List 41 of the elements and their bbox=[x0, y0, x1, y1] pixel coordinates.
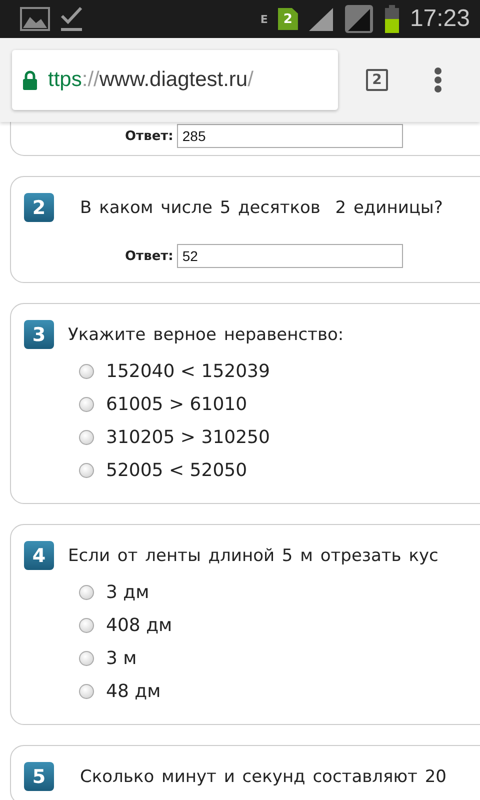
question-text: В каком числе 5 десятков 2 единицы? bbox=[80, 198, 443, 218]
lock-icon bbox=[22, 70, 38, 90]
radio-button[interactable] bbox=[79, 364, 94, 379]
menu-icon[interactable] bbox=[434, 67, 442, 93]
option-label: 310205 > 310250 bbox=[106, 427, 270, 448]
tab-count-button[interactable]: 2 bbox=[366, 69, 388, 91]
url-text: ttps://www.diagtest.ru/ bbox=[48, 68, 254, 92]
option-label: 152040 < 152039 bbox=[106, 361, 270, 382]
question-text: Если от ленты длиной 5 м отрезать кус bbox=[68, 546, 438, 566]
option-label: 3 м bbox=[106, 648, 137, 669]
radio-button[interactable] bbox=[79, 397, 94, 412]
clock: 17:23 bbox=[410, 5, 470, 33]
option-label: 48 дм bbox=[106, 681, 161, 702]
option-label: 52005 < 52050 bbox=[106, 460, 248, 481]
question-number: 2 bbox=[24, 193, 54, 222]
option-label: 61005 > 61010 bbox=[106, 394, 248, 415]
battery-icon bbox=[384, 5, 400, 33]
network-type: E bbox=[260, 14, 268, 24]
question-text: Укажите верное неравенство: bbox=[68, 324, 344, 344]
radio-button[interactable] bbox=[79, 430, 94, 445]
question-number: 4 bbox=[24, 541, 54, 570]
answer-label: Ответ: bbox=[125, 248, 174, 264]
answer-field[interactable]: 285 bbox=[177, 124, 404, 148]
answer-field[interactable]: 52 bbox=[177, 244, 404, 268]
answer-label: Ответ: bbox=[125, 128, 174, 144]
gallery-icon bbox=[20, 7, 50, 31]
option-label: 408 дм bbox=[106, 615, 172, 636]
question-number: 3 bbox=[24, 320, 54, 349]
radio-button[interactable] bbox=[79, 684, 94, 699]
question-text: Сколько минут и секунд составляют 20 bbox=[80, 766, 446, 786]
signal-icon bbox=[308, 7, 334, 31]
sim-badge: 2 bbox=[278, 8, 298, 30]
radio-button[interactable] bbox=[79, 585, 94, 600]
checkmark-icon bbox=[60, 6, 84, 32]
radio-button[interactable] bbox=[79, 651, 94, 666]
address-bar[interactable]: ttps://www.diagtest.ru/ bbox=[12, 50, 338, 110]
option-label: 3 дм bbox=[106, 582, 150, 603]
radio-button[interactable] bbox=[79, 618, 94, 633]
radio-button[interactable] bbox=[79, 463, 94, 478]
signal-icon bbox=[344, 4, 374, 34]
question-number: 5 bbox=[24, 762, 54, 791]
